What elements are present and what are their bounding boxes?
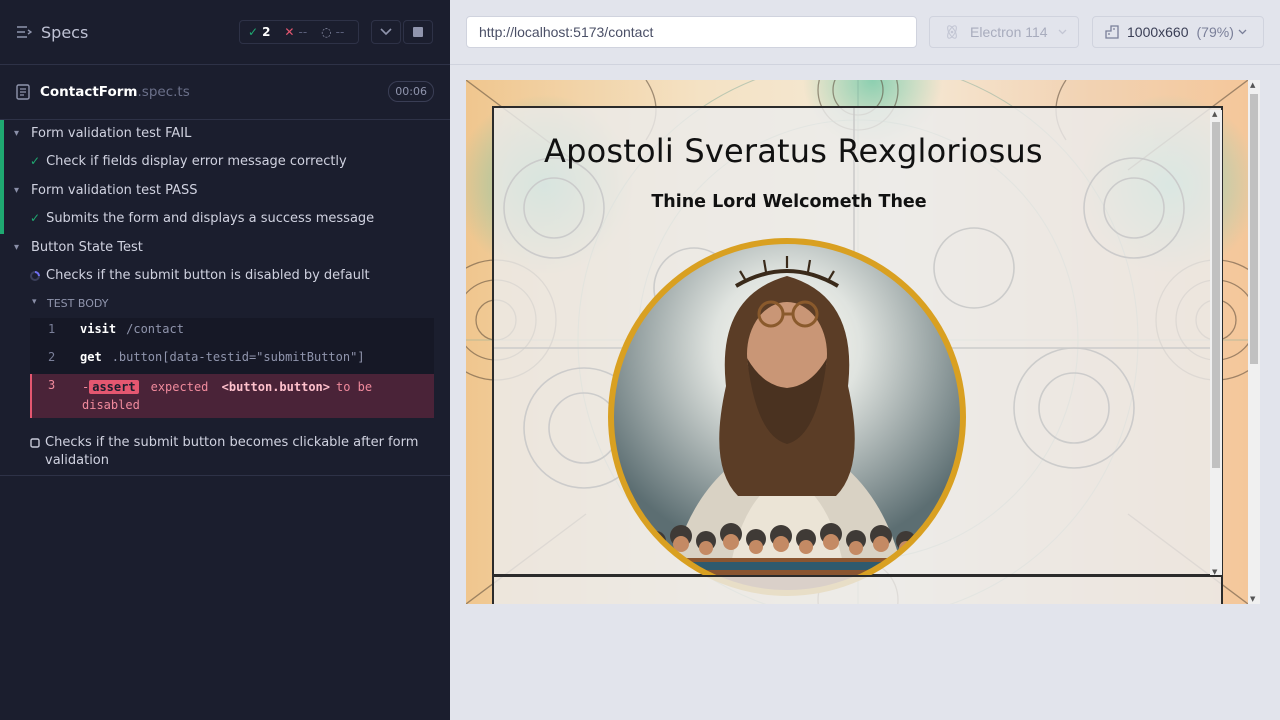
pending-icon: ◌ [321, 25, 332, 39]
command-number: 1 [48, 322, 56, 336]
viewport-scale: (79%) [1196, 24, 1234, 40]
suite-row[interactable]: ▾ Form validation test FAIL [0, 126, 450, 141]
specs-list-icon [17, 26, 32, 38]
electron-icon [947, 25, 957, 39]
chevron-down-icon [1058, 29, 1067, 35]
command-arg: .button[data-testid="submitButton"] [111, 350, 365, 364]
portrait-image [608, 238, 966, 596]
reporter-header: Specs ✓ 2 ✕ -- ◌ -- [0, 0, 450, 65]
browser-selector[interactable]: Electron 114 [929, 16, 1079, 48]
scroll-down-icon[interactable]: ▼ [1250, 595, 1255, 603]
test-row[interactable]: ✓ Submits the form and displays a succes… [0, 211, 450, 226]
command-number: 3 [48, 378, 56, 392]
divider [450, 64, 1280, 65]
stop-icon [413, 27, 423, 37]
specs-toggle[interactable]: Specs [16, 23, 88, 42]
scroll-up-icon[interactable]: ▲ [1212, 110, 1217, 118]
outer-scrollbar[interactable]: ▲ ▼ [1248, 80, 1260, 604]
specs-title: Specs [41, 22, 89, 42]
command-name: visit [80, 322, 117, 336]
error-message: - assert expected <button.button> to be dis… [82, 374, 422, 418]
pending-square-icon [30, 438, 40, 448]
check-icon: ✓ [30, 154, 41, 168]
reporter-panel: Specs ✓ 2 ✕ -- ◌ -- ContactForm .spec.ts… [0, 0, 450, 720]
failed-count: -- [298, 25, 308, 39]
suite-row[interactable]: ▾ Form validation test PASS [0, 183, 450, 198]
chevron-down-icon: ▾ [14, 242, 20, 253]
inner-scrollbar[interactable]: ▲ ▼ [1210, 110, 1222, 576]
command-row[interactable]: 1 visit /contact [30, 322, 434, 342]
test-label-cont: validation [45, 453, 110, 468]
viewport-size: 1000x660 [1127, 24, 1189, 40]
command-number: 2 [48, 350, 56, 364]
document-icon [16, 84, 30, 100]
test-row[interactable]: ✓ Check if fields display error message … [0, 154, 450, 169]
passed-icon: ✓ [248, 25, 259, 39]
test-row[interactable]: Checks if the submit button is disabled … [0, 268, 450, 283]
inner-scrollbar-thumb[interactable] [1212, 122, 1220, 468]
spec-file-ext: .spec.ts [137, 84, 190, 100]
page-subtitle: Thine Lord Welcometh Thee [651, 192, 927, 212]
test-label: Check if fields display error message co… [46, 154, 347, 169]
passed-count: 2 [262, 25, 271, 39]
app-under-test-panel: http://localhost:5173/contact Electron 1… [450, 0, 1280, 720]
test-row[interactable]: Checks if the submit button becomes clic… [0, 434, 450, 470]
browser-name: Electron 114 [970, 24, 1048, 40]
url-bar[interactable]: http://localhost:5173/contact [466, 16, 917, 48]
scroll-up-icon[interactable]: ▲ [1250, 81, 1255, 89]
chevron-down-icon [1238, 29, 1247, 35]
command-arg: /contact [126, 322, 184, 336]
test-stats: ✓ 2 ✕ -- ◌ -- [239, 20, 359, 44]
suite-label: Form validation test FAIL [31, 126, 192, 141]
stop-button[interactable] [403, 20, 433, 44]
app-iframe[interactable]: Apostoli Sveratus Rexgloriosus Thine Lor… [466, 80, 1248, 604]
suite-label: Button State Test [31, 240, 143, 255]
suite-row[interactable]: ▾ Button State Test [0, 240, 450, 255]
chevron-down-icon: ▾ [14, 128, 20, 139]
viewport-ruler-icon [1105, 25, 1119, 39]
test-label: Checks if the submit button is disabled … [46, 268, 370, 283]
command-row[interactable]: 2 get .button[data-testid="submitButton"… [30, 350, 434, 370]
page-title: Apostoli Sveratus Rexgloriosus [544, 132, 1043, 170]
error-expected: expected [150, 380, 209, 394]
spec-duration: 00:06 [388, 81, 434, 102]
spec-file-row[interactable]: ContactForm .spec.ts 00:06 [16, 80, 434, 104]
error-state: disabled [82, 398, 140, 412]
spec-file-name: ContactForm [40, 84, 138, 100]
page-content-card: Apostoli Sveratus Rexgloriosus Thine Lor… [492, 106, 1223, 596]
viewport-selector[interactable]: 1000x660 (79%) [1092, 16, 1264, 48]
check-icon: ✓ [30, 211, 41, 225]
suite-label: Form validation test PASS [31, 183, 198, 198]
error-tobe: to be [336, 380, 373, 394]
test-label: Checks if the submit button becomes clic… [45, 435, 419, 450]
page-content-card-next [492, 575, 1223, 604]
command-name: get [80, 350, 102, 364]
pending-count: -- [335, 25, 345, 39]
divider [0, 475, 450, 476]
failed-icon: ✕ [284, 25, 295, 39]
chevron-down-icon [380, 28, 392, 36]
divider [0, 119, 450, 120]
test-body-label: TEST BODY [47, 297, 109, 310]
test-body-toggle[interactable]: ▾ TEST BODY [0, 297, 450, 310]
outer-scrollbar-thumb[interactable] [1250, 94, 1258, 364]
assert-badge: assert [89, 380, 139, 394]
collapse-all-button[interactable] [371, 20, 401, 44]
failed-command-row[interactable]: 3 - assert expected <button.button> to be d… [30, 374, 434, 418]
running-spinner-icon [30, 271, 40, 281]
error-subject: <button.button> [221, 380, 330, 394]
command-log: 1 visit /contact 2 get .button[data-test… [30, 318, 434, 418]
chevron-down-icon: ▾ [14, 185, 20, 196]
chevron-down-icon: ▾ [32, 297, 37, 307]
test-label: Submits the form and displays a success … [46, 211, 375, 226]
test-label-wrap: Checks if the submit button becomes clic… [45, 434, 418, 470]
